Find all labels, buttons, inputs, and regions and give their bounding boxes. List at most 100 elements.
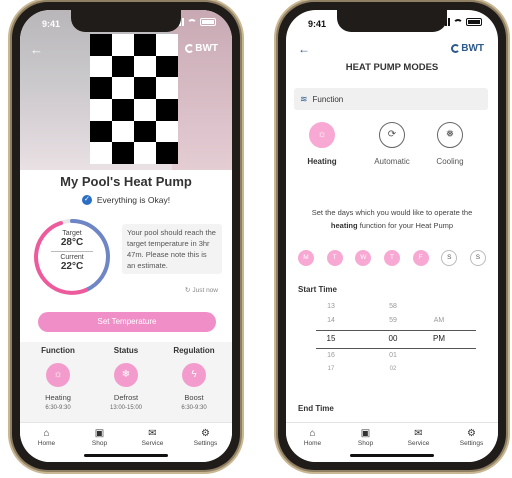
phone-modes-screen: 9:41 ← BWT HEAT PUMP MODES ≋ Function ☼ … [278,2,506,470]
mode-automatic-label: Automatic [374,157,410,166]
mode-automatic[interactable]: ⟳ Automatic [362,122,422,166]
picker-ampm[interactable]: AM [424,317,454,324]
day-wednesday[interactable]: W [355,250,372,266]
picker-row: 16 01 [316,352,476,364]
checker-cell [134,98,156,121]
gauge-readout: Target 28°C Current 22°C [31,224,113,272]
last-updated-text: Just now [192,286,218,294]
checker-cell [112,34,134,56]
gear-icon: ⚙ [467,428,476,439]
status-header: Status [113,346,139,355]
home-screen: 9:41 ← BWT My Pool's Heat Pump ✓ Everyth… [20,10,232,462]
bwt-logo-mark-icon [451,44,461,53]
picker-hour[interactable]: 14 [316,317,346,324]
set-temperature-button[interactable]: Set Temperature [38,312,216,332]
checker-cell [134,142,156,164]
day-selector: M T W T F S S [298,250,486,266]
function-column[interactable]: Function ☼ Heating 6:30-9:30 [28,346,88,411]
checker-cell [90,98,112,121]
home-indicator [350,454,434,457]
picker-hour[interactable]: 13 [316,303,346,310]
tab-settings[interactable]: ⚙ Settings [186,428,226,462]
home-icon: ⌂ [43,428,50,439]
checker-cell [156,98,178,121]
mode-cooling[interactable]: ❅ Cooling [420,122,480,166]
phone-home-screen: 9:41 ← BWT My Pool's Heat Pump ✓ Everyth… [12,2,240,470]
checker-cell [134,120,156,143]
day-thursday[interactable]: T [383,250,400,266]
tab-service-label: Service [141,440,164,447]
regulation-column[interactable]: Regulation ϟ Boost 6:30-9:30 [164,346,224,411]
tab-settings[interactable]: ⚙ Settings [452,428,492,462]
bolt-icon: ϟ [182,363,206,387]
wifi-icon [187,18,197,26]
back-arrow-icon[interactable]: ← [298,42,310,56]
checker-cell [112,55,134,78]
snowflake-icon: ❄ [114,363,138,387]
battery-icon [466,18,482,26]
status-column[interactable]: Status ❄ Defrost 13:00-15:00 [96,346,156,411]
days-text-end: function for your Heat Pump [359,221,454,230]
tab-settings-label: Settings [459,440,484,447]
checker-cell [156,34,178,56]
refresh-icon[interactable]: ↻ [185,286,190,294]
picker-selection-line [316,330,476,331]
function-header: Function [41,346,75,355]
checker-cell [156,55,178,78]
chat-icon: ✉ [148,428,157,439]
modes-screen: 9:41 ← BWT HEAT PUMP MODES ≋ Function ☼ … [286,10,498,462]
last-updated: ↻ Just now [185,286,218,295]
status-panel: Function ☼ Heating 6:30-9:30 Status ❄ De… [20,342,232,432]
picker-row-selected: 15 00 PM [316,334,476,346]
picker-minute[interactable]: 01 [378,352,408,359]
page-title: My Pool's Heat Pump [60,174,192,189]
days-text-mode: heating [330,221,358,230]
checker-cell [112,77,134,99]
checker-cell [90,77,112,99]
picker-minute[interactable]: 00 [378,334,408,343]
day-monday[interactable]: M [298,250,314,266]
days-instructions: Set the days which you would like to ope… [298,206,486,232]
mode-heating-label: Heating [307,157,337,166]
day-sunday[interactable]: S [469,250,486,266]
picker-hour[interactable]: 15 [316,334,346,343]
checker-cell [112,142,134,164]
start-time-picker[interactable]: 13 58 14 59 AM 15 00 PM 16 01 17 02 [316,303,476,385]
target-value: 28°C [60,237,84,248]
checker-cell [112,98,134,121]
checker-cell [156,142,178,164]
checker-cell [134,77,156,99]
picker-row: 14 59 AM [316,317,476,329]
mode-cooling-label: Cooling [436,157,464,166]
picker-minute[interactable]: 59 [378,317,408,324]
function-value: Heating [45,393,71,402]
picker-hour[interactable]: 16 [316,352,346,359]
checker-cell [90,55,112,78]
tab-home[interactable]: ⌂ Home [27,428,67,462]
function-label: Function [312,94,344,104]
day-friday[interactable]: F [412,250,429,266]
picker-hour[interactable]: 17 [316,366,346,372]
bwt-logo-text: BWT [195,43,218,54]
tab-home[interactable]: ⌂ Home [293,428,333,462]
notch [337,10,447,32]
function-section-header: ≋ Function [294,88,488,110]
function-time: 6:30-9:30 [45,405,71,411]
picker-minute[interactable]: 02 [378,366,408,372]
start-time-label: Start Time [298,285,337,294]
day-saturday[interactable]: S [441,250,458,266]
days-text-start: Set the days which you would like to ope… [311,208,473,217]
checker-cell [90,34,112,56]
tab-service-label: Service [407,440,430,447]
back-arrow-icon[interactable]: ← [30,42,43,57]
gear-icon: ⚙ [201,428,210,439]
day-tuesday[interactable]: T [326,250,343,266]
picker-ampm[interactable]: PM [424,334,454,343]
tab-shop-label: Shop [357,440,374,447]
checker-cell [156,120,178,143]
mode-heating[interactable]: ☼ Heating [292,122,352,166]
current-label: Current [60,254,84,261]
bwt-logo-text: BWT [461,43,484,54]
picker-minute[interactable]: 58 [378,303,408,310]
picker-row: 13 58 [316,303,476,315]
